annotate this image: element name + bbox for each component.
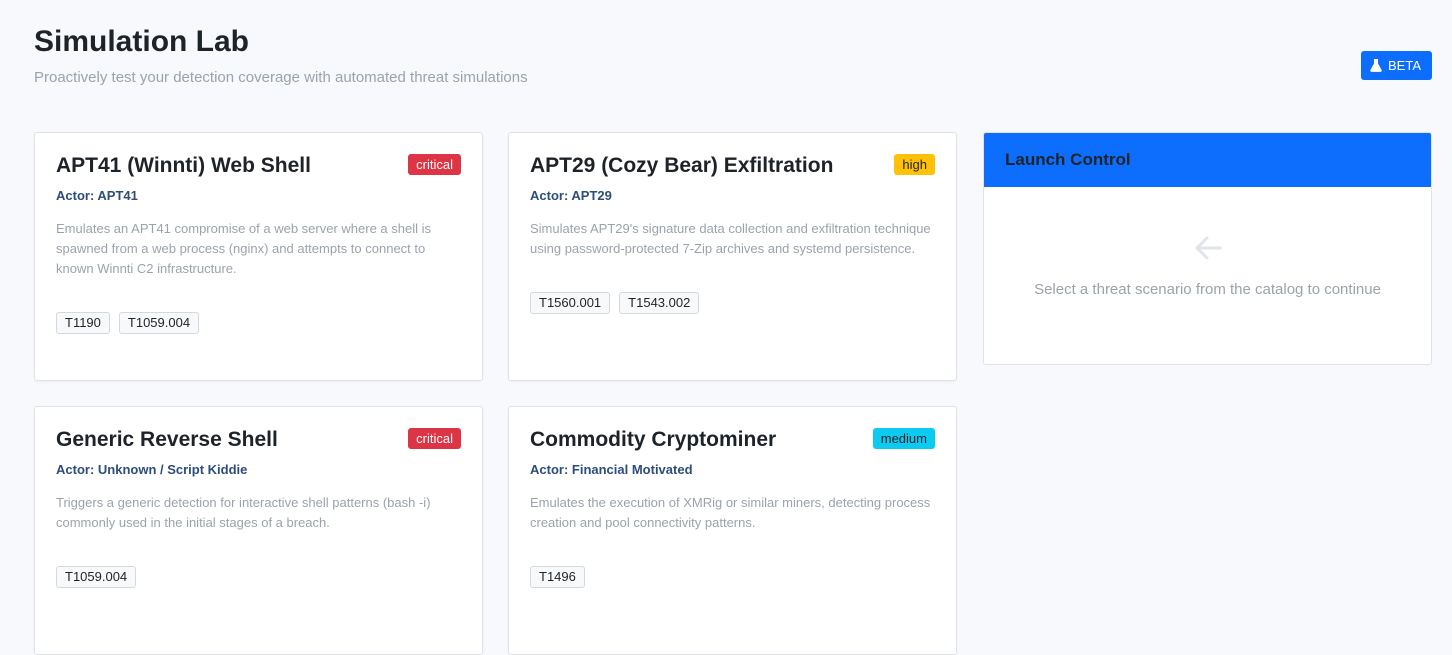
technique-tags: T1560.001 T1543.002 <box>530 292 700 314</box>
technique-tag: T1496 <box>530 566 585 588</box>
scenario-description: Emulates the execution of XMRig or simil… <box>530 495 931 530</box>
technique-tag: T1190 <box>56 312 110 334</box>
technique-tags: T1496 <box>530 566 585 588</box>
page-title: Simulation Lab <box>34 25 250 58</box>
launch-control-body: Select a threat scenario from the catalo… <box>984 187 1431 364</box>
severity-badge: critical <box>408 428 461 449</box>
severity-badge: critical <box>408 154 461 175</box>
page-subtitle: Proactively test your detection coverage… <box>34 69 528 86</box>
scenario-card-apt41[interactable]: APT41 (Winnti) Web Shell critical Actor:… <box>34 132 483 381</box>
scenario-actor: Actor: APT41 <box>56 188 138 203</box>
scenario-title: APT41 (Winnti) Web Shell <box>56 154 311 177</box>
technique-tag: T1059.004 <box>56 566 137 588</box>
technique-tags: T1059.004 <box>56 566 137 588</box>
scenario-title: APT29 (Cozy Bear) Exfiltration <box>530 154 834 177</box>
scenario-description: Simulates APT29's signature data collect… <box>530 221 931 256</box>
scenario-card-apt29[interactable]: APT29 (Cozy Bear) Exfiltration high Acto… <box>508 132 957 381</box>
scenario-actor: Actor: Financial Motivated <box>530 462 693 477</box>
technique-tag: T1543.002 <box>619 292 700 314</box>
technique-tag: T1059.004 <box>118 312 200 334</box>
scenario-actor: Actor: Unknown / Script Kiddie <box>56 462 248 477</box>
beta-badge: BETA <box>1361 51 1432 80</box>
scenario-title: Generic Reverse Shell <box>56 428 278 451</box>
page-header: Simulation Lab Proactively test your det… <box>34 24 1432 94</box>
scenario-description: Emulates an APT41 compromise of a web se… <box>56 221 432 276</box>
technique-tag: T1560.001 <box>530 292 611 314</box>
flask-icon <box>1370 59 1382 72</box>
launch-control-header: Launch Control <box>984 133 1431 187</box>
scenario-title: Commodity Cryptominer <box>530 428 777 451</box>
scenario-card-cryptominer[interactable]: Commodity Cryptominer medium Actor: Fina… <box>508 406 957 655</box>
scenario-description: Triggers a generic detection for interac… <box>56 495 431 530</box>
beta-label: BETA <box>1388 58 1421 73</box>
scenario-actor: Actor: APT29 <box>530 188 612 203</box>
technique-tags: T1190 T1059.004 <box>56 312 200 334</box>
launch-control-hint: Select a threat scenario from the catalo… <box>1034 281 1381 298</box>
severity-badge: high <box>894 154 935 175</box>
launch-control-panel: Launch Control Select a threat scenario … <box>983 132 1432 365</box>
launch-control-title: Launch Control <box>1005 150 1131 169</box>
arrow-left-icon <box>1195 236 1221 260</box>
severity-badge: medium <box>872 428 935 449</box>
scenario-card-reverse-shell[interactable]: Generic Reverse Shell critical Actor: Un… <box>34 406 483 655</box>
